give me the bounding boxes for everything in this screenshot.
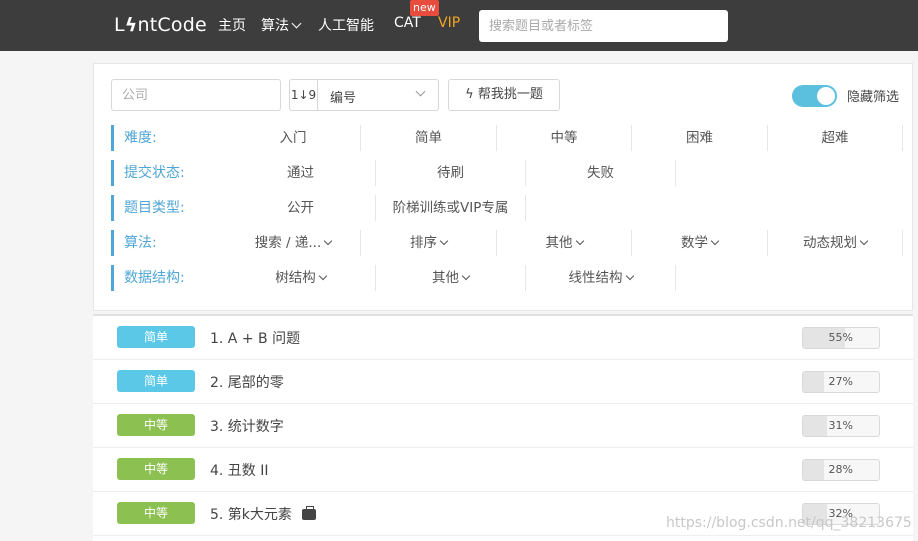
filter-dropdown[interactable]: 树结构 <box>226 265 376 291</box>
filter-option-label: 动态规划 <box>803 235 857 251</box>
difficulty-badge: 中等 <box>117 414 195 436</box>
rate-text: 28% <box>828 463 853 476</box>
lintcode-logo[interactable]: LϟntCode <box>114 14 207 36</box>
filter-option-label: 线性结构 <box>568 270 623 286</box>
filter-label: 数据结构: <box>111 265 185 291</box>
chevron-down-icon <box>461 271 471 281</box>
problem-title[interactable]: 4. 丑数 II <box>210 460 269 480</box>
filter-option-label: 数学 <box>681 235 708 251</box>
filter-dropdown[interactable]: 线性结构 <box>526 265 676 291</box>
problem-title[interactable]: 2. 尾部的零 <box>210 372 284 392</box>
difficulty-badge: 简单 <box>117 370 195 392</box>
acceptance-rate: 31% <box>802 415 880 437</box>
filter-label: 算法: <box>111 230 157 256</box>
filter-row-status: 提交状态: 通过 待刷 失败 <box>111 160 906 186</box>
filter-option[interactable]: 阶梯训练或VIP专属 <box>376 195 526 221</box>
logo-text-right: ntCode <box>137 14 207 36</box>
filter-dropdown[interactable]: 动态规划 <box>768 230 903 256</box>
difficulty-badge: 中等 <box>117 458 195 480</box>
filter-label: 难度: <box>111 125 157 151</box>
nav-algorithm-label: 算法 <box>261 18 289 34</box>
problem-title[interactable]: 1. A + B 问题 <box>210 328 300 348</box>
filter-option[interactable]: 公开 <box>226 195 376 221</box>
hide-filter-toggle[interactable] <box>792 85 837 107</box>
problem-row[interactable]: 中等 3. 统计数字 31% <box>93 404 913 448</box>
filter-option[interactable]: 中等 <box>497 125 632 151</box>
filter-option[interactable]: 超难 <box>768 125 903 151</box>
logo-bolt-icon: ϟ <box>124 14 138 36</box>
filter-option[interactable]: 通过 <box>226 160 376 186</box>
problem-row[interactable]: 简单 1. A + B 问题 55% <box>93 316 913 360</box>
chevron-down-icon <box>859 236 869 246</box>
chevron-down-icon <box>575 236 584 246</box>
problem-title[interactable]: 5. 第k大元素 <box>210 504 316 524</box>
filter-option-label: 其他 <box>432 270 459 286</box>
filter-option[interactable]: 困难 <box>632 125 768 151</box>
chevron-down-icon <box>324 236 333 246</box>
nav-ai[interactable]: 人工智能 <box>318 15 374 35</box>
filter-dropdown[interactable]: 搜索 / 递... <box>226 230 361 256</box>
filter-option-label: 搜索 / 递... <box>254 235 322 251</box>
chevron-down-icon <box>710 236 720 246</box>
logo-text-left: L <box>114 14 125 36</box>
filter-option-label: 排序 <box>410 235 437 251</box>
chevron-down-icon <box>318 271 327 281</box>
filter-option[interactable]: 失败 <box>526 160 676 186</box>
filter-label: 提交状态: <box>111 160 185 186</box>
pick-problem-button[interactable]: ϟ 帮我挑一题 <box>448 79 560 111</box>
problem-list: 简单 1. A + B 问题 55% 简单 2. 尾部的零 27% 中等 3. … <box>93 314 913 541</box>
chevron-down-icon <box>415 86 426 97</box>
filter-row-datastructure: 数据结构: 树结构 其他 线性结构 <box>111 265 906 291</box>
filter-option[interactable]: 简单 <box>361 125 497 151</box>
filter-option[interactable]: 入门 <box>226 125 361 151</box>
rate-text: 55% <box>828 331 853 344</box>
difficulty-badge: 中等 <box>117 502 195 524</box>
problem-row[interactable]: 中等 4. 丑数 II 28% <box>93 448 913 492</box>
filter-dropdown[interactable]: 数学 <box>632 230 768 256</box>
company-input[interactable] <box>111 79 281 111</box>
nav-algorithm[interactable]: 算法 <box>261 15 302 35</box>
filter-dropdown[interactable]: 其他 <box>376 265 526 291</box>
search-input[interactable] <box>479 10 728 42</box>
filter-label: 题目类型: <box>111 195 185 221</box>
filter-panel: 1↓9 编号 ϟ 帮我挑一题 隐藏筛选 难度: 入门 简单 中等 困难 超难 提… <box>93 63 913 311</box>
new-badge: new <box>410 0 439 16</box>
filter-dropdown[interactable]: 其他 <box>497 230 632 256</box>
problem-title[interactable]: 3. 统计数字 <box>210 416 284 436</box>
nav-home[interactable]: 主页 <box>218 15 246 35</box>
acceptance-rate: 55% <box>802 327 880 349</box>
chevron-down-icon <box>291 18 302 29</box>
rate-text: 27% <box>828 375 853 388</box>
chevron-down-icon <box>625 271 634 281</box>
briefcase-icon <box>301 506 316 520</box>
filter-row-type: 题目类型: 公开 阶梯训练或VIP专属 <box>111 195 906 221</box>
problem-row[interactable]: 简单 2. 尾部的零 27% <box>93 360 913 404</box>
filter-option-label: 其他 <box>545 235 573 251</box>
nav-cat[interactable]: CAT <box>394 15 421 31</box>
acceptance-rate: 28% <box>802 459 880 481</box>
filter-row-difficulty: 难度: 入门 简单 中等 困难 超难 <box>111 125 906 151</box>
filter-row-algorithm: 算法: 搜索 / 递... 排序 其他 数学 动态规划 <box>111 230 906 256</box>
filter-dropdown[interactable]: 排序 <box>361 230 497 256</box>
toggle-knob <box>817 87 835 105</box>
top-nav: LϟntCode 主页 算法 人工智能 CAT new VIP <box>0 0 918 51</box>
difficulty-badge: 简单 <box>117 326 195 348</box>
filter-option-label: 树结构 <box>275 270 316 286</box>
sort-select[interactable]: 1↓9 编号 <box>289 79 439 111</box>
watermark: https://blog.csdn.net/qq_38213675 <box>666 515 912 531</box>
filter-option[interactable]: 待刷 <box>376 160 526 186</box>
nav-vip[interactable]: VIP <box>438 15 460 31</box>
problem-title-text: 5. 第k大元素 <box>210 507 292 523</box>
acceptance-rate: 27% <box>802 371 880 393</box>
hide-filter-label: 隐藏筛选 <box>847 90 900 105</box>
sort-numeric-icon[interactable]: 1↓9 <box>290 80 318 110</box>
rate-text: 31% <box>828 419 853 432</box>
chevron-down-icon <box>439 236 449 246</box>
sort-label: 编号 <box>330 91 357 106</box>
